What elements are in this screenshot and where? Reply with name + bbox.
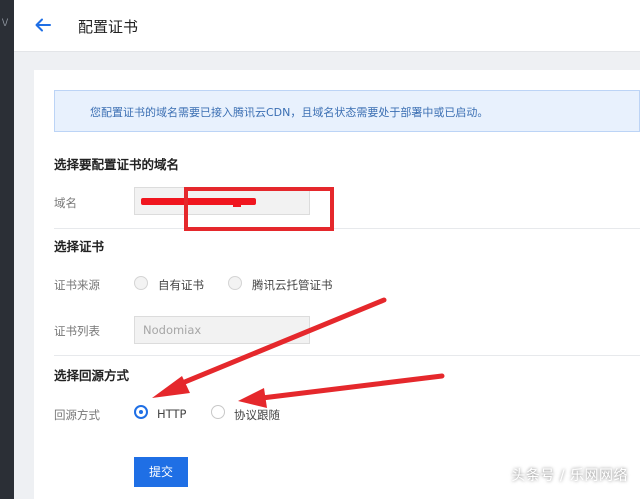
- cert-list-label: 证书列表: [54, 324, 100, 338]
- form-panel: 您配置证书的域名需要已接入腾讯云CDN，且域名状态需要处于部署中或已启动。 选择…: [34, 70, 640, 499]
- origin-field-label: 回源方式: [54, 408, 100, 422]
- cert-section-title: 选择证书: [54, 239, 105, 254]
- page-title: 配置证书: [78, 18, 139, 36]
- domain-field-label: 域名: [54, 196, 77, 210]
- domain-section-title: 选择要配置证书的域名: [54, 157, 180, 172]
- watermark: 头条号 / 乐网网络: [511, 468, 628, 484]
- rail-glyph: \/: [2, 18, 9, 28]
- section-divider: [54, 355, 640, 356]
- cert-source-label: 证书来源: [54, 278, 100, 292]
- radio-own-cert-label: 自有证书: [158, 278, 204, 292]
- origin-section-title: 选择回源方式: [54, 368, 130, 383]
- notice-banner: 您配置证书的域名需要已接入腾讯云CDN，且域名状态需要处于部署中或已启动。: [54, 90, 640, 132]
- section-divider: [54, 228, 640, 229]
- radio-hosted-cert[interactable]: [228, 276, 242, 290]
- cert-list-select[interactable]: Nodomiax: [134, 316, 310, 344]
- radio-protocol-follow[interactable]: [211, 405, 225, 419]
- page-header: 配置证书: [14, 0, 640, 52]
- back-arrow-icon[interactable]: [34, 16, 52, 34]
- submit-button[interactable]: 提交: [134, 457, 188, 487]
- left-rail: \/: [0, 0, 14, 499]
- radio-http-label: HTTP: [157, 407, 187, 421]
- radio-hosted-cert-label: 腾讯云托管证书: [252, 278, 333, 292]
- annotation-highlight-box: [184, 187, 334, 231]
- radio-protocol-follow-label: 协议跟随: [234, 408, 280, 422]
- radio-own-cert[interactable]: [134, 276, 148, 290]
- radio-http[interactable]: [134, 405, 148, 419]
